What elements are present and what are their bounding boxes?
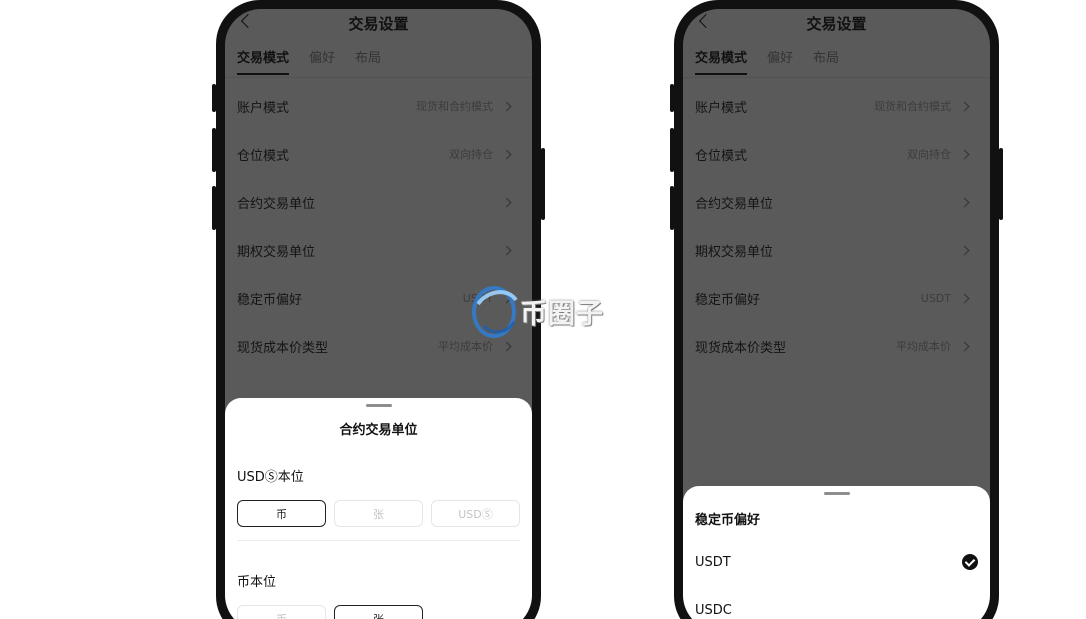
page-title: 交易设置 <box>348 15 409 33</box>
chevron-right-icon <box>959 245 970 255</box>
row-value: 双向持仓 <box>449 148 493 161</box>
sheet-handle[interactable] <box>823 492 850 495</box>
side-button <box>212 84 216 112</box>
row-value: 双向持仓 <box>907 148 951 161</box>
section-label-usds: USDⓈ本位 <box>237 470 304 485</box>
option-contract[interactable]: 张 <box>334 500 423 527</box>
row-label: 现货成本价类型 <box>237 340 329 356</box>
option-contract[interactable]: 张 <box>334 605 423 619</box>
sheet-title: 稳定币偏好 <box>695 513 761 528</box>
side-button <box>541 148 545 220</box>
chevron-right-icon <box>959 293 970 303</box>
row-label: 合约交易单位 <box>237 196 316 212</box>
settings-row-cost-type[interactable]: 现货成本价类型 平均成本价 <box>683 322 990 370</box>
watermark-logo-icon <box>472 286 518 338</box>
section-label-coin: 币本位 <box>237 575 277 590</box>
option-usdt[interactable]: USDT <box>683 538 990 586</box>
side-button <box>670 128 674 172</box>
tab-bar: 交易模式 偏好 布局 <box>683 37 990 77</box>
chevron-right-icon <box>501 149 512 159</box>
chevron-right-icon <box>501 245 512 255</box>
settings-row-account-mode[interactable]: 账户模式 现货和合约模式 <box>683 82 990 130</box>
sheet-title: 合约交易单位 <box>339 423 418 438</box>
row-label: 稳定币偏好 <box>695 292 761 308</box>
chevron-right-icon <box>501 101 512 111</box>
phone-frame-right: 交易设置 交易模式 偏好 布局 账户模式 现货和合约模式 仓位模式 双向持仓 合… <box>670 0 1003 619</box>
row-value: 现货和合约模式 <box>874 100 951 113</box>
settings-row-position-mode[interactable]: 仓位模式 双向持仓 <box>225 130 532 178</box>
row-label: 期权交易单位 <box>695 244 774 260</box>
tab-layout[interactable]: 布局 <box>813 47 839 75</box>
option-usdc[interactable]: USDC <box>683 586 990 619</box>
tab-preferences[interactable]: 偏好 <box>767 47 793 75</box>
side-button <box>212 128 216 172</box>
chevron-right-icon <box>959 341 970 351</box>
tab-trading-mode[interactable]: 交易模式 <box>237 47 290 75</box>
divider <box>237 540 520 541</box>
tab-preferences[interactable]: 偏好 <box>309 47 335 75</box>
tab-bar: 交易模式 偏好 布局 <box>225 37 532 77</box>
option-coin[interactable]: 币 <box>237 500 326 527</box>
side-button <box>999 148 1003 220</box>
chevron-right-icon <box>959 149 970 159</box>
tab-trading-mode[interactable]: 交易模式 <box>695 47 748 75</box>
option-coin[interactable]: 币 <box>237 605 326 619</box>
chevron-right-icon <box>959 197 970 207</box>
settings-row-stablecoin[interactable]: 稳定币偏好 USDT <box>683 274 990 322</box>
side-button <box>670 186 674 230</box>
bottom-sheet-contract-unit: 合约交易单位 USDⓈ本位 币 张 USDⓈ 币本位 币 张 <box>225 398 532 619</box>
settings-row-account-mode[interactable]: 账户模式 现货和合约模式 <box>225 82 532 130</box>
option-label: USDC <box>695 602 732 618</box>
settings-row-options-unit[interactable]: 期权交易单位 <box>225 226 532 274</box>
check-circle-icon <box>962 554 978 570</box>
watermark-text: 币圈子 <box>520 299 604 330</box>
row-label: 合约交易单位 <box>695 196 774 212</box>
chevron-right-icon <box>501 197 512 207</box>
row-label: 账户模式 <box>695 100 748 116</box>
option-usds[interactable]: USDⓈ <box>431 500 520 527</box>
option-group-coin: 币 张 <box>225 605 532 619</box>
chevron-right-icon <box>959 101 970 111</box>
option-label: USDT <box>695 554 731 570</box>
settings-list: 账户模式 现货和合约模式 仓位模式 双向持仓 合约交易单位 期权交易单位 稳定币… <box>683 78 990 370</box>
option-group-usds: 币 张 USDⓈ <box>225 500 532 527</box>
row-label: 稳定币偏好 <box>237 292 303 308</box>
watermark: 币圈子 <box>468 280 618 340</box>
page-title: 交易设置 <box>806 15 867 33</box>
settings-row-options-unit[interactable]: 期权交易单位 <box>683 226 990 274</box>
settings-row-contract-unit[interactable]: 合约交易单位 <box>683 178 990 226</box>
row-value: 平均成本价 <box>896 340 951 353</box>
row-value: 现货和合约模式 <box>416 100 493 113</box>
phone-screen: 交易设置 交易模式 偏好 布局 账户模式 现货和合约模式 仓位模式 双向持仓 合… <box>683 9 990 619</box>
bottom-sheet-stablecoin: 稳定币偏好 USDT USDC <box>683 486 990 619</box>
header: 交易设置 <box>683 9 990 37</box>
row-label: 账户模式 <box>237 100 290 116</box>
row-label: 现货成本价类型 <box>695 340 787 356</box>
side-button <box>670 84 674 112</box>
settings-row-position-mode[interactable]: 仓位模式 双向持仓 <box>683 130 990 178</box>
tab-layout[interactable]: 布局 <box>355 47 381 75</box>
sheet-handle[interactable] <box>365 404 392 407</box>
header: 交易设置 <box>225 9 532 37</box>
row-value: USDT <box>920 291 951 305</box>
side-button <box>212 186 216 230</box>
row-label: 期权交易单位 <box>237 244 316 260</box>
row-value: 平均成本价 <box>438 340 493 353</box>
settings-row-contract-unit[interactable]: 合约交易单位 <box>225 178 532 226</box>
row-label: 仓位模式 <box>237 148 290 164</box>
row-label: 仓位模式 <box>695 148 748 164</box>
chevron-right-icon <box>501 341 512 351</box>
